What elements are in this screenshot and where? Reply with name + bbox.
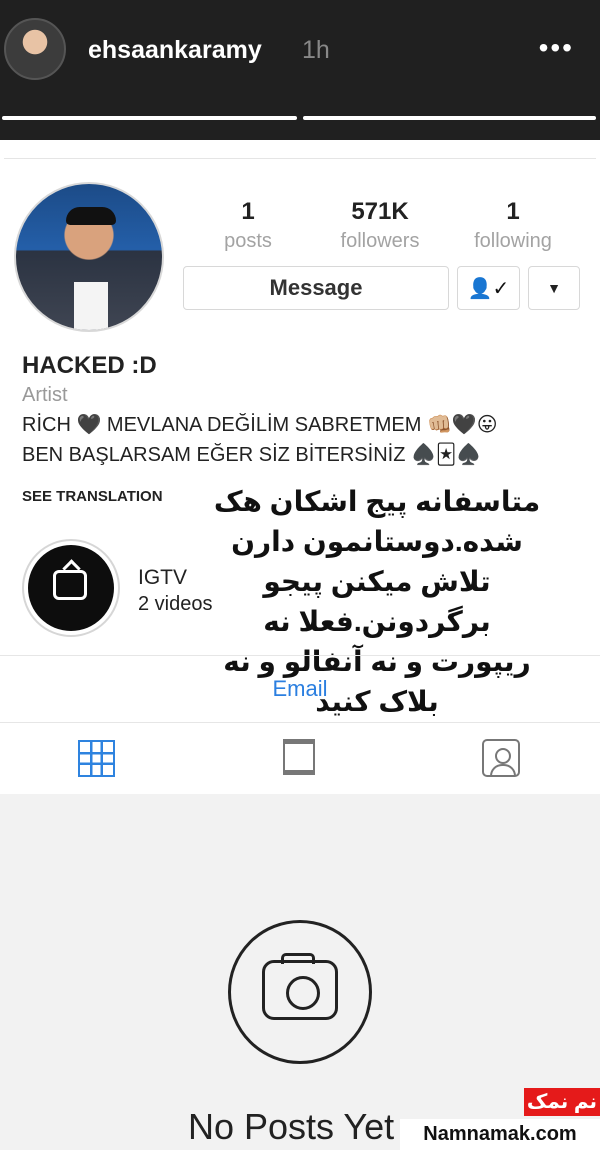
bio-line-2: BEN BAŞLARSAM EĞER SİZ BİTERSİNİZ ♠️🃏♠️ (22, 444, 482, 466)
following-button[interactable]: 👤✓ (457, 266, 520, 310)
story-progress-2 (303, 116, 596, 120)
followers-stat[interactable]: 571K followers (325, 198, 435, 253)
igtv-highlight[interactable] (22, 539, 120, 637)
followers-label: followers (340, 230, 420, 252)
tv-icon (53, 570, 87, 600)
avatar-shirt (74, 282, 108, 330)
followers-count: 571K (351, 198, 409, 225)
story-author-avatar[interactable] (4, 18, 66, 80)
posts-label: posts (224, 230, 272, 252)
message-button[interactable]: Message (183, 266, 449, 310)
profile-dropdown-button[interactable]: ▼ (528, 266, 580, 310)
watermark-brand-badge: نم نمک (524, 1088, 600, 1116)
bio-line-1: RİCH 🖤 MEVLANA DEĞİLİM SABRETMEM 👊🏼🖤😛 (22, 414, 498, 436)
story-header: ehsaankaramy 1h ••• (0, 0, 600, 140)
posts-stat[interactable]: 1 posts (193, 198, 303, 253)
tabs-divider (0, 722, 600, 723)
grid-tab-icon[interactable] (78, 740, 115, 777)
camera-icon (262, 953, 338, 1020)
email-button[interactable]: Email (0, 676, 600, 702)
igtv-video-count: 2 videos (138, 593, 213, 615)
posts-count: 1 (241, 198, 255, 225)
no-posts-text: No Posts Yet (188, 1106, 395, 1147)
avatar-hair (66, 207, 116, 225)
see-translation-link[interactable]: SEE TRANSLATION (22, 488, 163, 505)
contact-divider (0, 655, 600, 656)
story-time: 1h (302, 36, 330, 64)
more-options-icon[interactable]: ••• (539, 34, 574, 62)
feed-tab-icon[interactable] (283, 739, 315, 775)
watermark-site-url: Namnamak.com (400, 1119, 600, 1150)
igtv-icon (28, 545, 114, 631)
top-divider (4, 158, 596, 159)
person-check-icon: 👤✓ (467, 277, 510, 300)
chevron-down-icon: ▼ (547, 280, 561, 296)
profile-avatar[interactable] (14, 182, 164, 332)
following-stat[interactable]: 1 following (458, 198, 568, 253)
profile-name: HACKED :D (22, 352, 157, 379)
following-count: 1 (506, 198, 520, 225)
following-label: following (474, 230, 552, 252)
profile-category: Artist (22, 384, 68, 406)
igtv-label[interactable]: IGTV (138, 566, 187, 590)
story-progress-1 (2, 116, 297, 120)
profile-panel: 1 posts 571K followers 1 following Messa… (0, 140, 600, 794)
tagged-tab-icon[interactable] (482, 739, 520, 777)
story-username[interactable]: ehsaankaramy (88, 36, 262, 65)
